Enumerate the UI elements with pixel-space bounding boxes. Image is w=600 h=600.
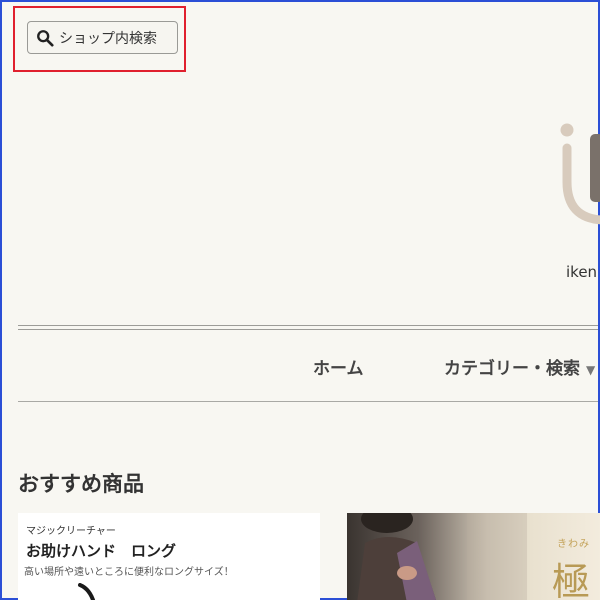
nav-divider-bottom — [18, 401, 598, 402]
site-logo[interactable] — [557, 120, 600, 230]
header-divider-top — [18, 325, 598, 326]
nav-item-category-search[interactable]: カテゴリー・検索 ▼ — [444, 354, 595, 379]
product-card-banner[interactable]: きわみ 極 — [347, 513, 600, 600]
product-name: お助けハンド ロング — [26, 542, 177, 560]
header-divider-top-2 — [18, 329, 598, 330]
section-title: おすすめ商品 — [18, 472, 144, 496]
product-card[interactable]: マジックリーチャー お助けハンド ロング 高い場所や遠いところに便利なロングサイ… — [18, 513, 320, 600]
nav-item-category-search-label: カテゴリー・検索 — [444, 359, 580, 379]
shop-search-button[interactable]: ショップ内検索 — [27, 21, 178, 54]
product-brand: マジックリーチャー — [26, 526, 116, 537]
product-description: 高い場所や遠いところに便利なロングサイズ！ — [24, 567, 234, 578]
shop-search-label: ショップ内検索 — [59, 30, 157, 47]
main-nav: ホーム カテゴリー・検索 ▼ — [2, 354, 600, 379]
product-image — [78, 583, 96, 600]
chevron-down-icon: ▼ — [586, 363, 596, 377]
logo-text: iken — [566, 263, 598, 281]
banner-kanji: 極 — [552, 560, 591, 600]
banner-ruby: きわみ — [557, 539, 590, 550]
nav-item-home[interactable]: ホーム — [313, 354, 364, 379]
search-icon — [37, 29, 54, 47]
